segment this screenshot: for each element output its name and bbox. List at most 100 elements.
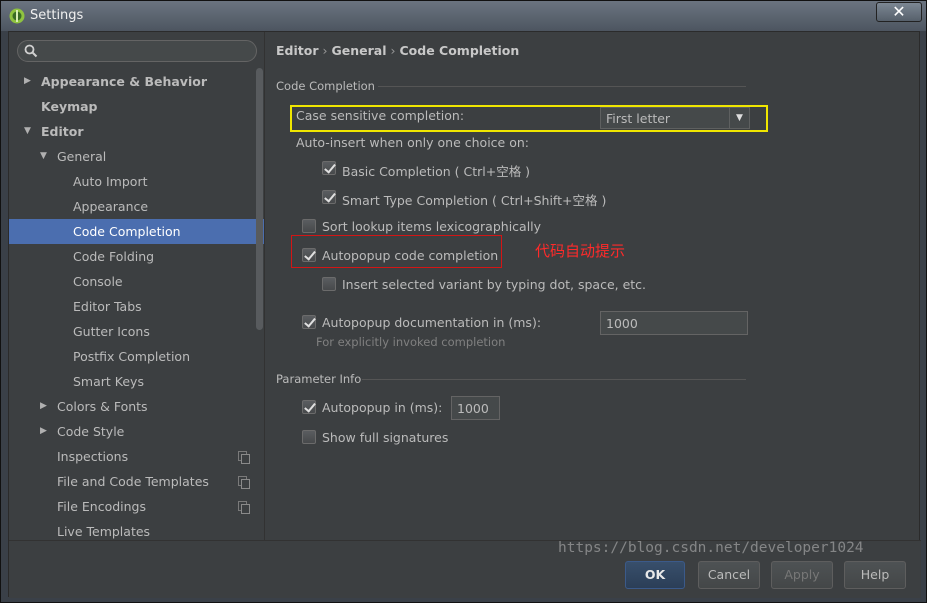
- sidebar-item-label: Console: [73, 274, 123, 289]
- sidebar-item-label: Gutter Icons: [73, 324, 150, 339]
- sort-lexicographically-label: Sort lookup items lexicographically: [322, 219, 542, 234]
- sidebar-item-general[interactable]: ▼ General: [9, 144, 264, 169]
- parameter-delay-field[interactable]: [451, 396, 500, 420]
- sidebar-item-label: Keymap: [41, 99, 98, 114]
- sidebar-item-code-style[interactable]: ▶ Code Style: [9, 419, 264, 444]
- sidebar-item-code-folding[interactable]: Code Folding: [9, 244, 264, 269]
- settings-tree: ▶ Appearance & Behavior Keymap ▼ Editor ▼ Gene…: [9, 69, 264, 540]
- sidebar-item-label: Editor: [41, 124, 84, 139]
- search-icon: [24, 44, 38, 58]
- sidebar-item-label: Smart Keys: [73, 374, 144, 389]
- annotation-text: 代码自动提示: [535, 242, 626, 260]
- watermark: https://blog.csdn.net/developer1024: [558, 540, 864, 556]
- chevron-down-icon[interactable]: ▼: [24, 119, 31, 144]
- project-scope-icon: [238, 476, 250, 489]
- autopopup-completion-checkbox[interactable]: [302, 248, 316, 262]
- basic-completion-label: Basic Completion ( Ctrl+空格 ): [342, 164, 531, 179]
- sidebar-item-postfix-completion[interactable]: Postfix Completion: [9, 344, 264, 369]
- show-full-signatures-checkbox[interactable]: [302, 430, 316, 444]
- autopopup-completion-label: Autopopup code completion: [322, 248, 499, 263]
- sidebar-item-appearance[interactable]: Appearance: [9, 194, 264, 219]
- documentation-delay-field[interactable]: [600, 311, 748, 335]
- sidebar-item-label: Live Templates: [57, 524, 151, 539]
- show-full-signatures-label: Show full signatures: [322, 430, 449, 445]
- settings-window: Settings ✕ ▶ Appearance & Behavior Keymap ▼…: [0, 0, 927, 603]
- chevron-right-icon[interactable]: ▶: [40, 394, 47, 419]
- breadcrumb-separator: ›: [322, 43, 328, 58]
- window-title: Settings: [30, 8, 84, 23]
- parameter-autopopup-checkbox[interactable]: [302, 400, 316, 414]
- sort-lexicographically-checkbox[interactable]: [302, 219, 316, 233]
- chevron-down-icon[interactable]: ▼: [40, 144, 47, 169]
- section-title-parameter-info: Parameter Info: [276, 372, 362, 386]
- help-button[interactable]: Help: [844, 561, 906, 589]
- section-divider: [378, 86, 746, 87]
- parameter-delay-input[interactable]: [452, 397, 499, 419]
- breadcrumb-editor: Editor: [276, 43, 319, 58]
- sidebar-item-auto-import[interactable]: Auto Import: [9, 169, 264, 194]
- case-sensitive-dropdown[interactable]: First letter ▼: [600, 107, 750, 129]
- project-scope-icon: [238, 451, 250, 464]
- sidebar-item-label: Appearance & Behavior: [41, 74, 207, 89]
- sidebar-item-label: Appearance: [73, 199, 149, 214]
- documentation-hint: For explicitly invoked completion: [316, 335, 506, 349]
- sidebar-item-file-and-code-templates[interactable]: File and Code Templates: [9, 469, 264, 494]
- breadcrumb-code-completion: Code Completion: [399, 43, 520, 58]
- autopopup-documentation-label: Autopopup documentation in (ms):: [322, 315, 542, 330]
- smart-type-completion-checkbox[interactable]: [322, 190, 336, 204]
- sidebar-item-label: Inspections: [57, 449, 129, 464]
- sidebar-item-label: Colors & Fonts: [57, 399, 148, 414]
- parameter-autopopup-label: Autopopup in (ms):: [322, 400, 443, 415]
- close-button[interactable]: ✕: [876, 2, 922, 22]
- sidebar-item-label: File Encodings: [57, 499, 147, 514]
- chevron-down-icon: ▼: [729, 108, 749, 128]
- sidebar-item-gutter-icons[interactable]: Gutter Icons: [9, 319, 264, 344]
- settings-panel: Editor › General › Code Completion Code Comp…: [266, 32, 920, 540]
- sidebar-item-editor[interactable]: ▼ Editor: [9, 119, 264, 144]
- sidebar-item-inspections[interactable]: Inspections: [9, 444, 264, 469]
- documentation-delay-input[interactable]: [601, 312, 747, 334]
- breadcrumb-separator: ›: [390, 43, 396, 58]
- close-icon: ✕: [892, 2, 906, 21]
- breadcrumb-general: General: [331, 43, 387, 58]
- smart-type-completion-label: Smart Type Completion ( Ctrl+Shift+空格 ): [342, 193, 607, 208]
- basic-completion-checkbox[interactable]: [322, 161, 336, 175]
- cancel-button[interactable]: Cancel: [698, 561, 760, 589]
- sidebar-item-label: Auto Import: [73, 174, 148, 189]
- sidebar-scrollbar[interactable]: [256, 68, 263, 330]
- insert-selected-variant-label: Insert selected variant by typing dot, s…: [342, 277, 647, 292]
- project-scope-icon: [238, 501, 250, 514]
- sidebar-item-editor-tabs[interactable]: Editor Tabs: [9, 294, 264, 319]
- ok-button[interactable]: OK: [625, 561, 685, 589]
- section-title-code-completion: Code Completion: [276, 79, 375, 93]
- sidebar-item-keymap[interactable]: Keymap: [9, 94, 264, 119]
- sidebar-item-label: Code Folding: [73, 249, 155, 264]
- sidebar-item-smart-keys[interactable]: Smart Keys: [9, 369, 264, 394]
- sidebar-item-live-templates[interactable]: Live Templates: [9, 519, 264, 540]
- autopopup-documentation-checkbox[interactable]: [302, 315, 316, 329]
- sidebar-item-label: Code Style: [57, 424, 125, 439]
- sidebar-item-label: Editor Tabs: [73, 299, 142, 314]
- chevron-right-icon[interactable]: ▶: [24, 69, 31, 94]
- sidebar-item-label: General: [57, 149, 107, 164]
- sidebar-item-file-encodings[interactable]: File Encodings: [9, 494, 264, 519]
- auto-insert-label: Auto-insert when only one choice on:: [296, 135, 529, 150]
- title-bar: Settings ✕: [1, 1, 926, 31]
- settings-sidebar: ▶ Appearance & Behavior Keymap ▼ Editor ▼ Gene…: [9, 32, 265, 540]
- search-box[interactable]: [17, 40, 257, 62]
- sidebar-item-label: Postfix Completion: [73, 349, 190, 364]
- sidebar-item-appearance-behavior[interactable]: ▶ Appearance & Behavior: [9, 69, 264, 94]
- breadcrumb: Editor › General › Code Completion: [276, 43, 519, 58]
- sidebar-item-label: File and Code Templates: [57, 474, 209, 489]
- dialog-body: ▶ Appearance & Behavior Keymap ▼ Editor ▼ Gene…: [8, 31, 921, 598]
- apply-button[interactable]: Apply: [771, 561, 833, 589]
- case-sensitive-label: Case sensitive completion:: [296, 108, 465, 123]
- case-sensitive-value: First letter: [606, 111, 671, 126]
- sidebar-item-label: Code Completion: [73, 224, 181, 239]
- sidebar-item-colors-fonts[interactable]: ▶ Colors & Fonts: [9, 394, 264, 419]
- sidebar-item-code-completion[interactable]: Code Completion: [9, 219, 264, 244]
- insert-selected-variant-checkbox[interactable]: [322, 277, 336, 291]
- section-divider: [362, 379, 746, 380]
- chevron-right-icon[interactable]: ▶: [40, 419, 47, 444]
- sidebar-item-console[interactable]: Console: [9, 269, 264, 294]
